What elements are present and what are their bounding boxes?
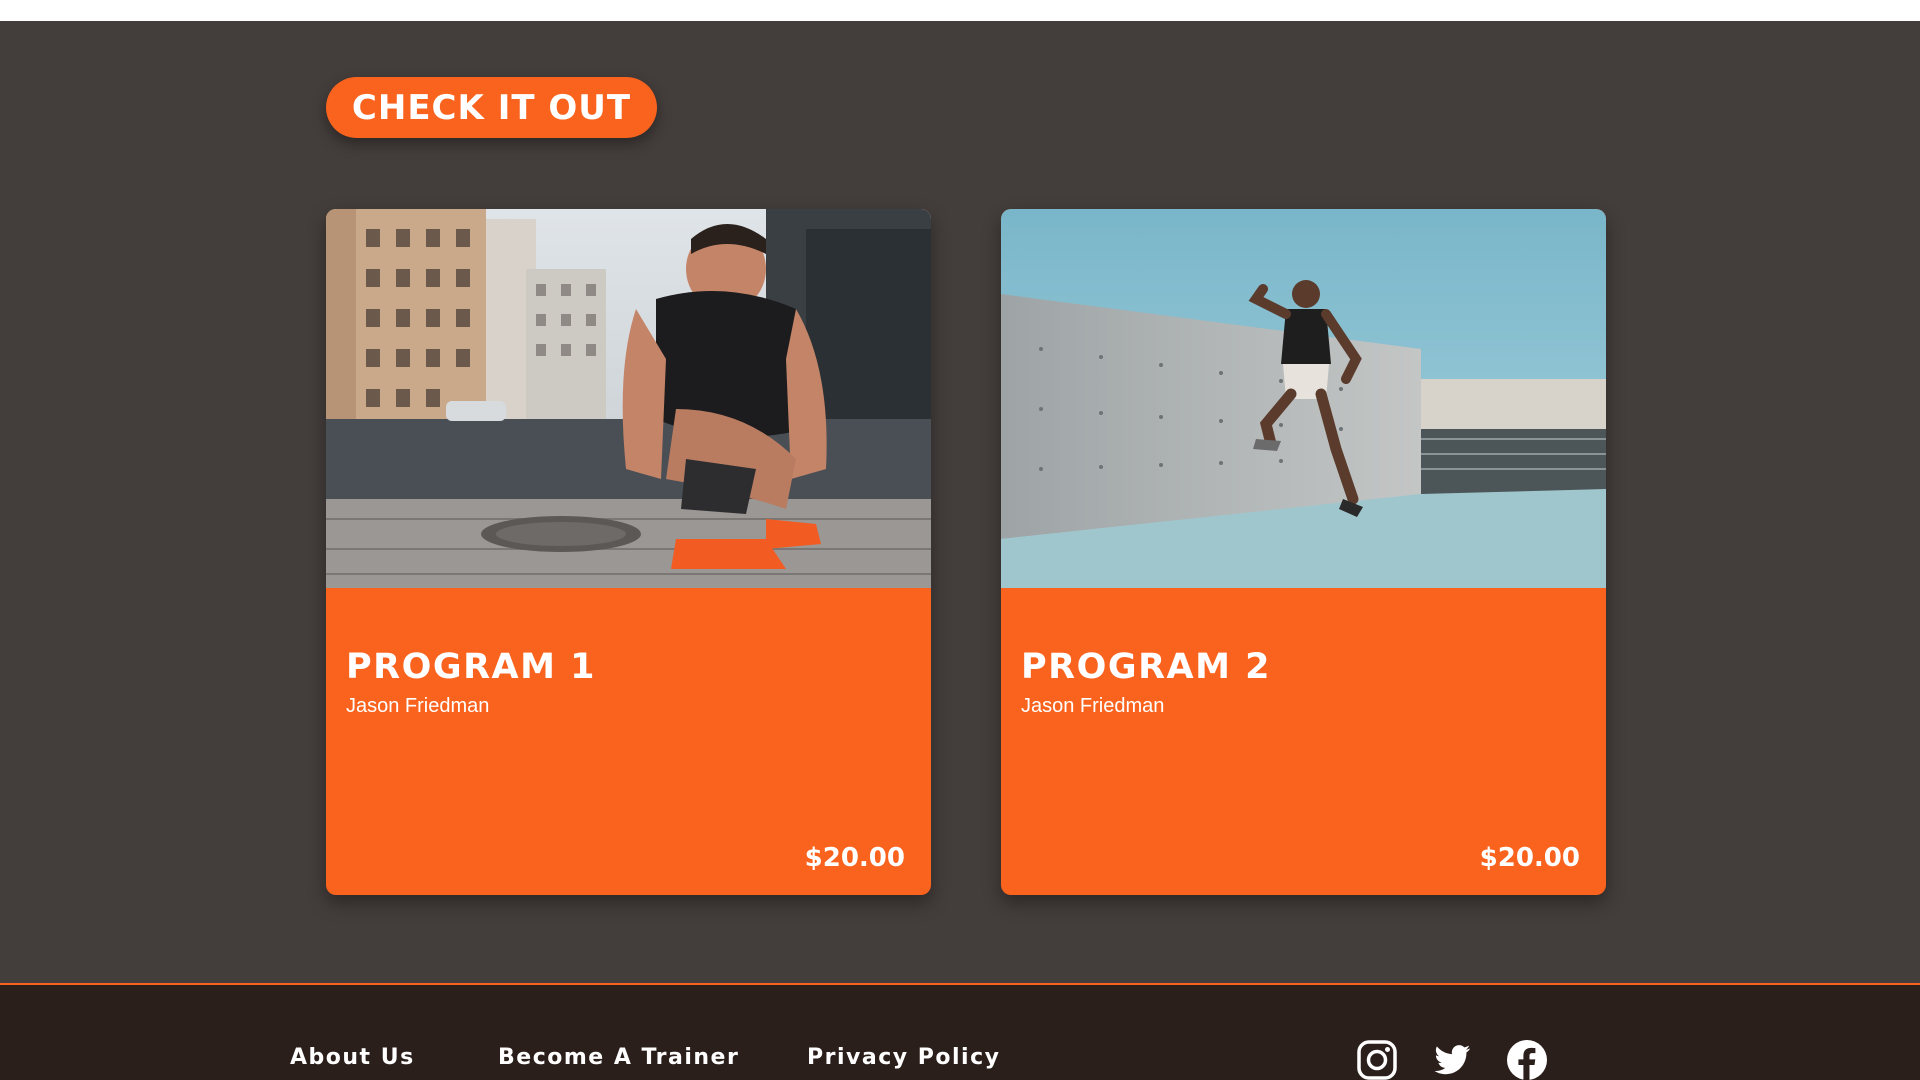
check-it-out-button[interactable]: CHECK IT OUT [326, 77, 657, 138]
program-2-price: $20.00 [1479, 843, 1580, 873]
program-1-image [326, 209, 931, 588]
program-1-author: Jason Friedman [346, 695, 490, 717]
twitter-icon[interactable] [1430, 1038, 1474, 1080]
program-2-author: Jason Friedman [1021, 695, 1165, 717]
facebook-icon[interactable] [1505, 1038, 1549, 1080]
footer-link-become-a-trainer[interactable]: Become A Trainer [498, 1045, 739, 1070]
footer: About Us Become A Trainer Privacy Policy [0, 983, 1920, 1080]
program-2-image [1001, 209, 1606, 588]
program-card-1[interactable]: PROGRAM 1 Jason Friedman $20.00 [326, 209, 931, 895]
program-card-2[interactable]: PROGRAM 2 Jason Friedman $20.00 [1001, 209, 1606, 895]
programs-section: CHECK IT OUT PROGRAM 1 Jason Friedman $2… [0, 21, 1920, 983]
footer-link-privacy-policy[interactable]: Privacy Policy [807, 1045, 1000, 1070]
program-2-title: PROGRAM 2 [1021, 647, 1271, 687]
program-1-price: $20.00 [804, 843, 905, 873]
program-1-title: PROGRAM 1 [346, 647, 596, 687]
instagram-icon[interactable] [1355, 1038, 1399, 1080]
footer-link-about-us[interactable]: About Us [290, 1045, 415, 1070]
